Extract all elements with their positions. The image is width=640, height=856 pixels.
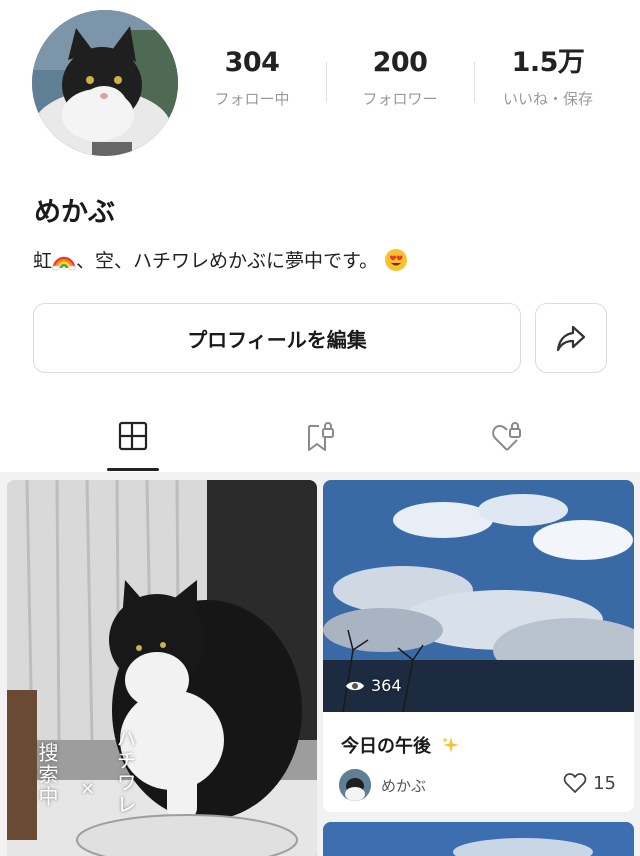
eye-icon	[346, 681, 364, 690]
stat-following[interactable]: 304 フォロー中	[178, 44, 326, 124]
stat-divider	[474, 62, 475, 102]
cat-avatar-image	[32, 10, 178, 156]
view-count: 364	[345, 676, 402, 695]
profile-tabs	[0, 410, 640, 472]
tab-posts[interactable]	[103, 410, 163, 472]
author-name: めかぶ	[381, 776, 427, 795]
stat-likes-saves[interactable]: 1.5万 いいね・保存	[474, 44, 622, 124]
overlay-text-hachiware: ハチワレ	[113, 728, 137, 816]
post-card-cat[interactable]: ハチワレ × 搜索中	[7, 480, 317, 856]
profile-stats: 304 フォロー中 200 フォロワー 1.5万 いいね・保存	[178, 44, 640, 124]
followers-label: フォロワー	[362, 90, 438, 108]
author-avatar	[339, 769, 371, 801]
profile-name: めかぶ	[34, 197, 115, 228]
heart-eyes-emoji-icon	[385, 248, 408, 271]
overlay-text-separator: ×	[77, 778, 98, 801]
stat-followers[interactable]: 200 フォロワー	[326, 44, 474, 124]
bookmark-lock-icon	[308, 422, 334, 451]
profile-avatar[interactable]	[32, 10, 178, 156]
post-card-sky[interactable]: 364 今日の午後 めかぶ 15	[323, 480, 634, 812]
grid-icon	[118, 421, 148, 451]
sparkles-icon	[442, 737, 460, 753]
likes-saves-count: 1.5万	[511, 47, 585, 78]
bio-prefix: 虹	[33, 250, 53, 272]
cat-mini-avatar-image	[339, 769, 371, 801]
active-tab-indicator	[107, 468, 159, 471]
share-arrow-icon	[556, 325, 586, 352]
next-post-image	[323, 822, 634, 856]
profile-bio: 虹 、空、ハチワレめかぶに夢中です。	[33, 246, 408, 273]
post-title-text: 今日の午後	[341, 736, 431, 757]
likes-saves-label: いいね・保存	[502, 90, 593, 108]
following-label: フォロー中	[214, 90, 290, 108]
like-count: 15	[593, 772, 616, 794]
post-card-next[interactable]	[323, 822, 634, 856]
share-button[interactable]	[535, 303, 607, 373]
stat-divider	[326, 62, 327, 102]
tab-liked[interactable]	[477, 410, 537, 472]
view-count-value: 364	[371, 676, 402, 695]
followers-count: 200	[372, 47, 428, 78]
edit-profile-button[interactable]: プロフィールを編集	[33, 303, 521, 373]
following-count: 304	[224, 47, 280, 78]
heart-icon	[563, 773, 587, 793]
posts-grid: ハチワレ × 搜索中 364 今日の午後 めかぶ 15	[0, 472, 640, 856]
like-button[interactable]: 15	[563, 772, 616, 794]
heart-lock-icon	[492, 422, 521, 451]
bio-text: 、空、ハチワレめかぶに夢中です。	[76, 250, 379, 272]
post-author[interactable]: めかぶ	[339, 769, 426, 801]
sky-photo: 364	[323, 480, 634, 712]
rainbow-icon	[52, 256, 77, 270]
post-title: 今日の午後	[341, 732, 461, 758]
tab-saved[interactable]	[290, 410, 350, 472]
overlay-text-searching: 搜索中	[35, 742, 59, 808]
